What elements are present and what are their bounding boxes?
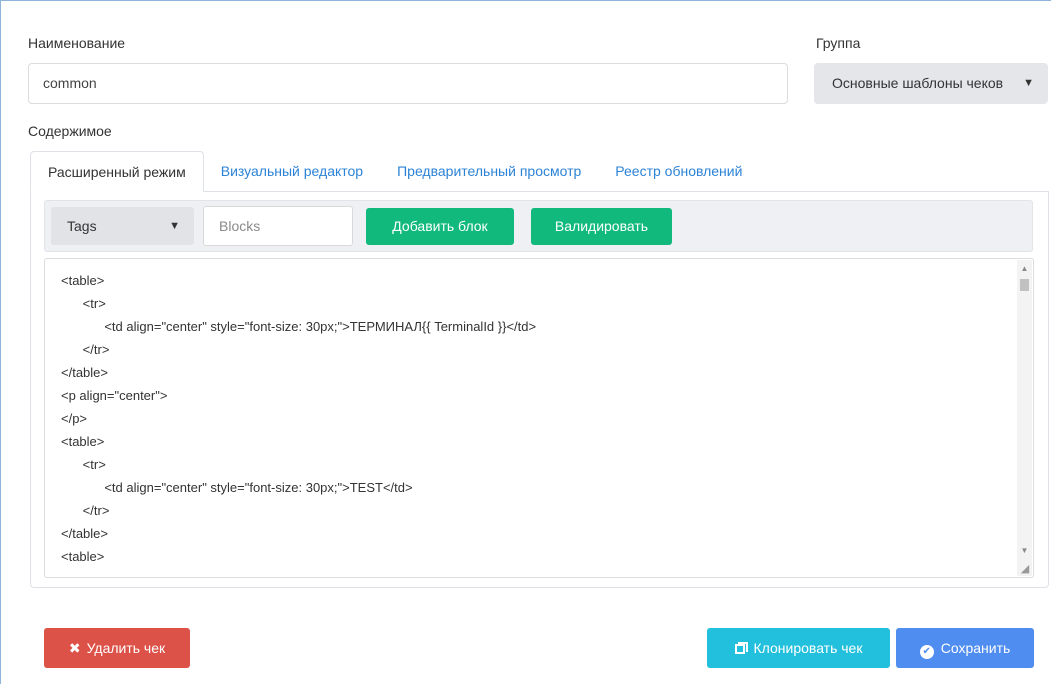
x-icon: ✖ (68, 640, 81, 656)
tab-preview[interactable]: Предварительный просмотр (380, 151, 598, 192)
delete-receipt-label: Удалить чек (86, 640, 166, 656)
name-label: Наименование (28, 35, 126, 51)
scrollbar-thumb[interactable] (1020, 279, 1029, 291)
blocks-input[interactable]: Blocks (203, 206, 353, 246)
tab-advanced-mode[interactable]: Расширенный режим (30, 151, 204, 192)
code-line: <tr> (61, 457, 106, 472)
code-line: </table> (61, 365, 108, 380)
tab-visual-editor[interactable]: Визуальный редактор (204, 151, 380, 192)
scroll-up-icon[interactable]: ▲ (1017, 262, 1032, 276)
scroll-down-icon[interactable]: ▼ (1017, 544, 1032, 558)
code-line: <table> (61, 549, 105, 564)
add-block-button[interactable]: Добавить блок (366, 208, 514, 245)
validate-button[interactable]: Валидировать (531, 208, 672, 245)
save-label: Сохранить (940, 640, 1011, 656)
code-line: </table> (61, 526, 108, 541)
tab-update-registry[interactable]: Реестр обновлений (598, 151, 759, 192)
code-line: <table> (61, 434, 105, 449)
code-line: <table> (61, 273, 105, 288)
template-editor-form: Наименование common Группа Основные шабл… (0, 0, 1051, 684)
code-line: </tr> (61, 342, 110, 357)
content-tabs: Расширенный режим Визуальный редактор Пр… (30, 151, 759, 192)
group-select[interactable]: Основные шаблоны чеков ▼ (814, 63, 1048, 104)
clone-receipt-label: Клонировать чек (753, 640, 863, 656)
group-select-value: Основные шаблоны чеков (832, 75, 1004, 91)
group-label: Группа (816, 35, 861, 51)
code-line: <p align="center"> (61, 388, 168, 403)
code-line: </p> (61, 411, 88, 426)
tags-select-value: Tags (67, 218, 97, 234)
clone-receipt-button[interactable]: Клонировать чек (707, 628, 890, 668)
editor-toolbar: Tags ▼ Blocks Добавить блок Валидировать (44, 200, 1033, 252)
check-circle-icon: ✔ (919, 645, 934, 659)
content-label: Содержимое (28, 123, 112, 139)
code-editor-textarea[interactable]: <table> <tr> <td align="center" style="f… (44, 258, 1034, 578)
caret-down-icon: ▼ (1023, 77, 1034, 89)
code-line: <td align="center" style="font-size: 30p… (61, 319, 537, 334)
save-button[interactable]: ✔ Сохранить (896, 628, 1034, 668)
name-input[interactable]: common (28, 63, 788, 104)
copy-icon (734, 642, 748, 654)
vertical-scrollbar[interactable]: ▲ ▼ (1017, 260, 1032, 576)
code-line: </tr> (61, 503, 110, 518)
code-line: <td align="center" style="font-size: 30p… (61, 480, 413, 495)
tags-select[interactable]: Tags ▼ (51, 207, 194, 245)
resize-grip-icon[interactable]: ◢ (1019, 563, 1031, 575)
code-line: <tr> (61, 296, 106, 311)
code-lines: <table> <tr> <td align="center" style="f… (61, 269, 536, 568)
delete-receipt-button[interactable]: ✖ Удалить чек (44, 628, 190, 668)
caret-down-icon: ▼ (169, 220, 180, 232)
